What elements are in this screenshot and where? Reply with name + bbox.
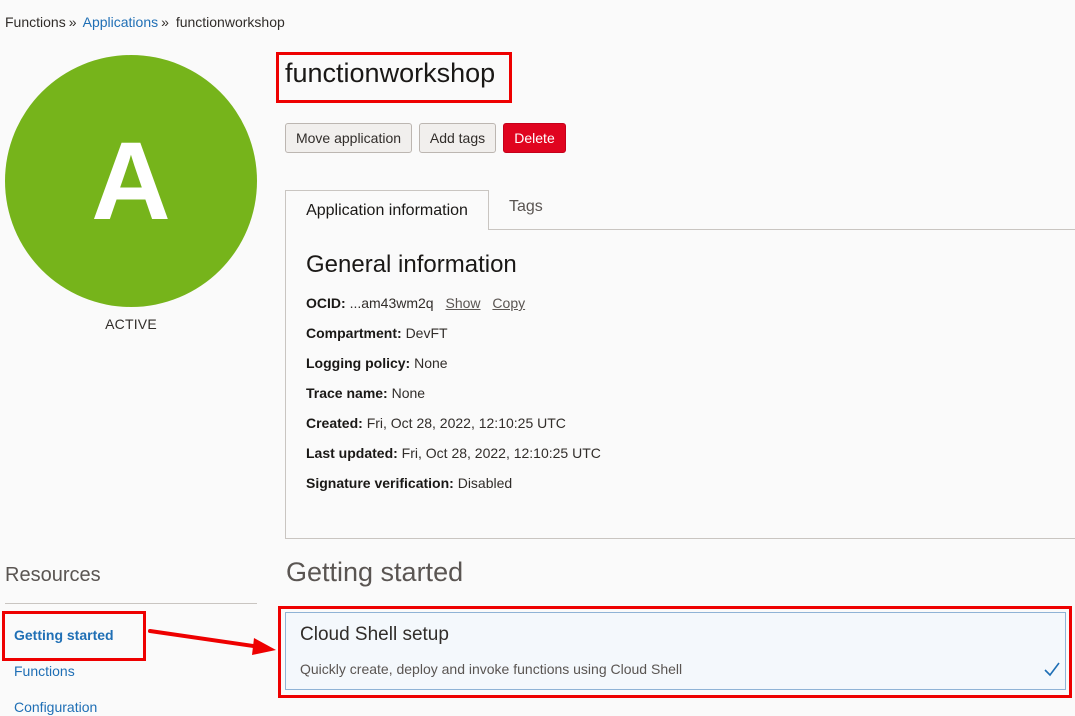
trace-name-field: Trace name: None (306, 385, 425, 401)
logging-policy-field: Logging policy: None (306, 355, 448, 371)
getting-started-heading: Getting started (286, 557, 464, 587)
page-title: functionworkshop (285, 58, 496, 88)
last-updated-field: Last updated: Fri, Oct 28, 2022, 12:10:2… (306, 445, 601, 461)
move-application-button[interactable]: Move application (285, 123, 412, 153)
breadcrumb-separator: » (161, 14, 169, 30)
tab-tags[interactable]: Tags (509, 198, 543, 216)
compartment-value: DevFT (405, 325, 448, 341)
signature-verification-label: Signature verification: (306, 475, 454, 491)
breadcrumb: Functions» Applications» functionworksho… (5, 14, 285, 30)
ocid-show-link[interactable]: Show (446, 295, 481, 311)
annotation-arrow-icon (148, 629, 276, 655)
resource-highlight-box (2, 611, 146, 661)
compartment-label: Compartment: (306, 325, 402, 341)
signature-verification-value: Disabled (457, 475, 513, 491)
created-field: Created: Fri, Oct 28, 2022, 12:10:25 UTC (306, 415, 566, 431)
resources-heading: Resources (5, 564, 101, 586)
tab-application-information[interactable]: Application information (285, 190, 489, 230)
ocid-value: ...am43wm2q (349, 295, 434, 311)
ocid-copy-link[interactable]: Copy (492, 295, 525, 311)
last-updated-value: Fri, Oct 28, 2022, 12:10:25 UTC (401, 445, 601, 461)
ocid-label: OCID: (306, 295, 346, 311)
add-tags-button[interactable]: Add tags (419, 123, 496, 153)
resources-divider (5, 603, 257, 604)
ocid-field: OCID: ...am43wm2q Show Copy (306, 295, 525, 311)
signature-verification-field: Signature verification: Disabled (306, 475, 512, 491)
last-updated-label: Last updated: (306, 445, 398, 461)
status-label: ACTIVE (105, 316, 157, 332)
resource-item-configuration[interactable]: Configuration (14, 699, 97, 715)
application-avatar: A (5, 55, 257, 307)
avatar-letter: A (91, 119, 171, 243)
trace-name-label: Trace name: (306, 385, 388, 401)
resource-item-functions[interactable]: Functions (14, 663, 75, 679)
card-highlight-box (278, 606, 1072, 698)
created-value: Fri, Oct 28, 2022, 12:10:25 UTC (366, 415, 566, 431)
trace-name-value: None (391, 385, 426, 401)
breadcrumb-current: functionworkshop (175, 14, 285, 30)
created-label: Created: (306, 415, 363, 431)
logging-policy-label: Logging policy: (306, 355, 411, 371)
breadcrumb-functions[interactable]: Functions (5, 14, 66, 30)
delete-button[interactable]: Delete (503, 123, 566, 153)
general-information-heading: General information (306, 251, 517, 278)
compartment-field: Compartment: DevFT (306, 325, 448, 341)
logging-policy-value: None (414, 355, 448, 371)
breadcrumb-separator: » (68, 14, 77, 30)
breadcrumb-applications-link[interactable]: Applications (83, 14, 159, 30)
